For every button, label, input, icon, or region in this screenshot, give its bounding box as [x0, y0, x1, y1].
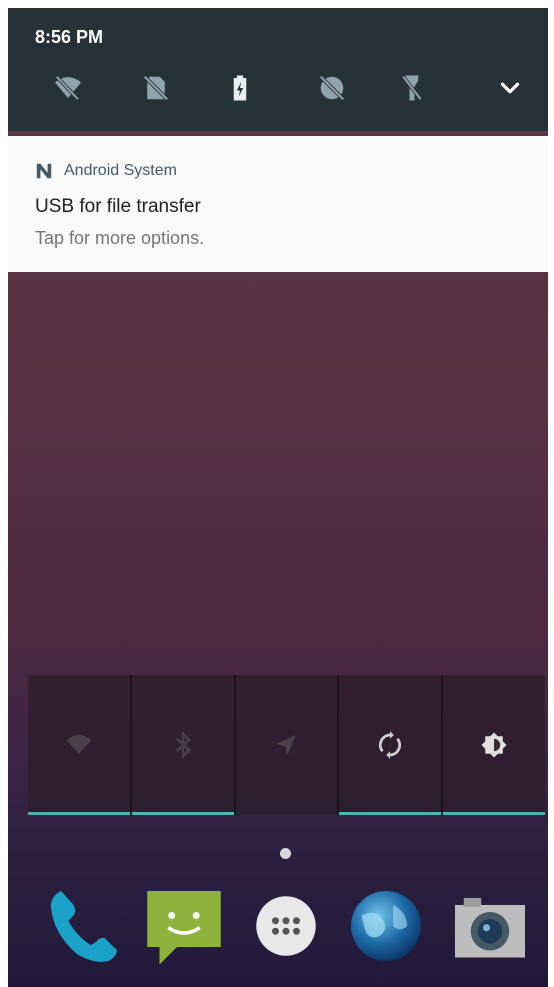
- no-sim-icon[interactable]: [134, 66, 178, 110]
- screen: 8:56 PM Android System USB for file tran…: [8, 8, 548, 987]
- status-time: 8:56 PM: [35, 27, 104, 47]
- quick-settings-icon-row: [8, 66, 548, 114]
- brightness-icon: [481, 732, 507, 758]
- tile-auto-rotate[interactable]: [339, 675, 444, 815]
- wifi-off-icon[interactable]: [46, 66, 90, 110]
- notification-title: USB for file transfer: [35, 196, 201, 217]
- messaging-app[interactable]: [142, 884, 226, 968]
- notification-app-header: Android System: [35, 162, 177, 180]
- bluetooth-icon: [175, 730, 191, 760]
- phone-icon: [50, 891, 118, 962]
- tile-location[interactable]: [235, 675, 340, 815]
- tile-bluetooth-indicator: [131, 812, 234, 815]
- usb-notification[interactable]: Android System USB for file transfer Tap…: [8, 136, 548, 272]
- browser-app[interactable]: [344, 884, 428, 968]
- browser-icon: [351, 891, 421, 961]
- quick-tiles-row: [28, 675, 545, 817]
- flashlight-off-icon[interactable]: [390, 66, 434, 110]
- quick-settings-header: 8:56 PM: [8, 8, 548, 131]
- page-indicator-dot: [280, 848, 291, 859]
- wifi-icon: [66, 735, 92, 754]
- data-saver-off-icon[interactable]: [310, 66, 354, 110]
- phone-app[interactable]: [42, 884, 126, 968]
- tile-auto-rotate-indicator: [339, 812, 442, 815]
- auto-rotate-icon: [379, 731, 402, 759]
- messaging-icon: [147, 891, 221, 965]
- tile-brightness-indicator: [443, 812, 545, 815]
- app-dock: [8, 880, 548, 980]
- app-drawer-icon: [256, 896, 316, 956]
- expand-chevron-icon[interactable]: [488, 66, 532, 110]
- battery-charging-icon[interactable]: [218, 66, 262, 110]
- tile-brightness[interactable]: [443, 675, 545, 815]
- notification-text: Tap for more options.: [35, 228, 205, 248]
- notification-app-name: Android System: [64, 162, 177, 179]
- tile-wifi[interactable]: [28, 675, 132, 815]
- tile-bluetooth[interactable]: [131, 675, 236, 815]
- tile-wifi-indicator: [28, 812, 130, 815]
- android-n-icon: [36, 163, 52, 179]
- camera-icon: [455, 898, 525, 958]
- app-drawer[interactable]: [244, 884, 328, 968]
- location-icon: [276, 735, 297, 755]
- camera-app[interactable]: [448, 884, 532, 968]
